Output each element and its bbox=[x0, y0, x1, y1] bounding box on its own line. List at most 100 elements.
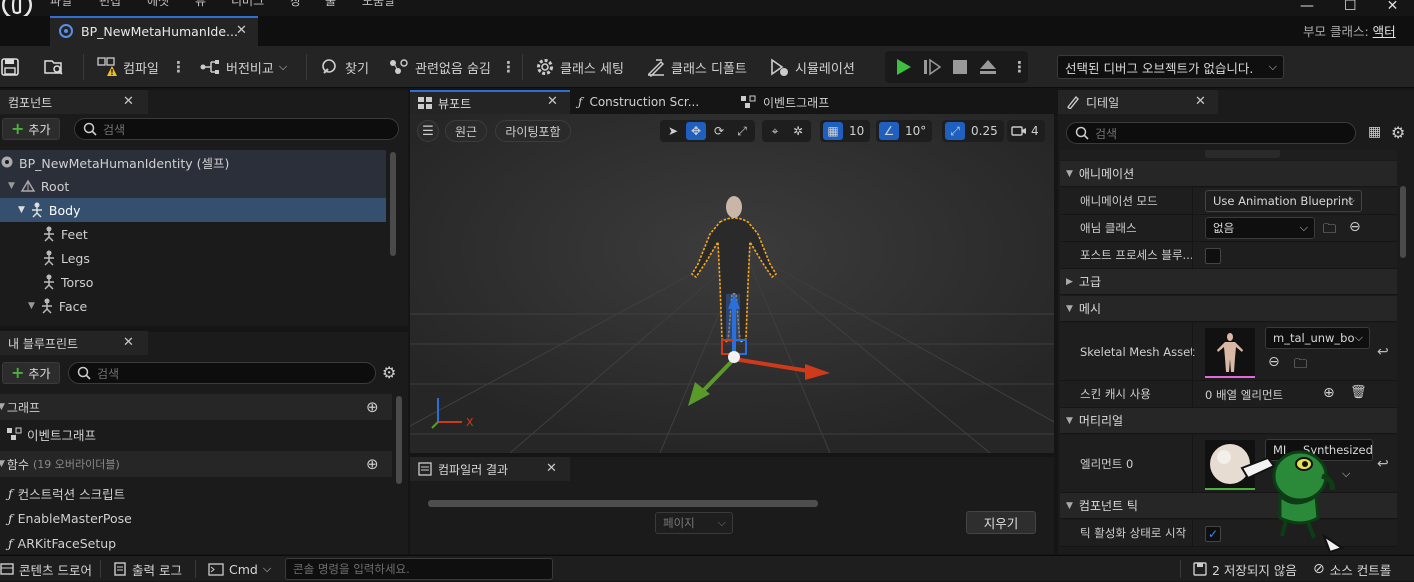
section-functions[interactable]: ▼ 함수 (19 오버라이더블) ⊕ bbox=[0, 451, 392, 477]
tree-item-torso[interactable]: Torso bbox=[42, 270, 93, 294]
add-component-button[interactable]: + 추가 bbox=[2, 118, 60, 140]
collapse-arrow-icon[interactable]: ▼ bbox=[8, 181, 15, 191]
eject-button[interactable] bbox=[978, 46, 998, 88]
collapse-arrow-icon[interactable]: ▼ bbox=[1066, 169, 1073, 179]
minimize-icon[interactable]: — bbox=[1300, 0, 1314, 14]
browse-asset-icon[interactable]: 🗀 bbox=[1294, 355, 1307, 377]
find-options-icon[interactable]: ⋮ bbox=[501, 46, 516, 88]
find-button[interactable]: 찾기 bbox=[320, 46, 369, 88]
tree-item-self[interactable]: BP_NewMetaHumanIdentity (셀프) bbox=[0, 150, 386, 174]
animation-mode-dropdown[interactable]: Use Animation Blueprint ⌵ bbox=[1205, 190, 1362, 212]
components-scrollbar[interactable] bbox=[390, 152, 396, 256]
menu-tools[interactable]: 툴 bbox=[325, 0, 336, 9]
debug-object-dropdown[interactable]: 선택된 디버그 오브젝트가 없습니다. ⌵ bbox=[1057, 55, 1284, 79]
collapse-arrow-icon[interactable]: ▼ bbox=[0, 402, 5, 412]
hide-unrelated-button[interactable]: 관련없음 숨김 bbox=[388, 46, 491, 88]
compile-options-icon[interactable]: ⋮ bbox=[171, 46, 186, 88]
select-cursor-icon[interactable]: ➤ bbox=[663, 124, 683, 138]
translate-icon[interactable]: ✥ bbox=[686, 122, 706, 140]
cmd-dropdown[interactable]: Cmd ⌵ bbox=[208, 556, 271, 582]
skeletal-mesh-thumbnail[interactable] bbox=[1205, 328, 1255, 378]
start-tick-checkbox[interactable]: ✓ bbox=[1205, 526, 1221, 542]
tree-item-face[interactable]: ▼ Face bbox=[28, 294, 87, 318]
close-tab-icon[interactable]: ✕ bbox=[236, 23, 247, 38]
class-defaults-button[interactable]: 클래스 디폴트 bbox=[646, 46, 747, 88]
document-tab[interactable]: BP_NewMetaHumanIde... ✕ bbox=[50, 16, 258, 46]
close-viewport-icon[interactable]: ✕ bbox=[547, 94, 558, 109]
add-function-icon[interactable]: ⊕ bbox=[366, 455, 379, 473]
reset-arrow-icon[interactable]: ⊖ bbox=[1349, 219, 1361, 235]
section-animation[interactable]: ▼ 애니메이션 bbox=[1060, 161, 1397, 187]
tab-details[interactable]: 디테일 bbox=[1058, 90, 1218, 114]
close-window-icon[interactable]: ✕ bbox=[1387, 0, 1399, 14]
output-log-button[interactable]: 출력 로그 bbox=[113, 556, 182, 582]
simulation-button[interactable]: 시뮬레이션 bbox=[768, 46, 855, 88]
camera-speed-control[interactable]: 4 bbox=[1007, 120, 1045, 142]
reset-to-default-icon[interactable]: ↩ bbox=[1377, 344, 1389, 360]
content-drawer-button[interactable]: 콘텐츠 드로어 bbox=[0, 556, 92, 582]
parent-class-link[interactable]: 액터 bbox=[1373, 24, 1396, 39]
settings-gear-icon[interactable]: ⚙ bbox=[1391, 123, 1405, 142]
list-item-event-graph[interactable]: 이벤트그래프 bbox=[6, 422, 96, 446]
trash-icon[interactable]: 🗑 bbox=[1350, 385, 1367, 400]
menu-asset[interactable]: 에셋 bbox=[147, 0, 169, 9]
unsaved-button[interactable]: 2 저장되지 않음 bbox=[1193, 556, 1297, 582]
maximize-icon[interactable]: ☐ bbox=[1344, 0, 1357, 14]
tree-item-root[interactable]: ▼ Root bbox=[8, 174, 69, 198]
menu-edit[interactable]: 편집 bbox=[99, 0, 121, 9]
my-blueprint-search-input[interactable]: 검색 bbox=[68, 362, 376, 384]
skeletal-mesh-dropdown[interactable]: m_tal_unw_bo ⌵ bbox=[1265, 327, 1370, 349]
table-view-icon[interactable]: ▦ bbox=[1368, 124, 1381, 140]
compiler-scrollbar[interactable] bbox=[428, 500, 818, 507]
tree-item-feet[interactable]: Feet bbox=[42, 222, 88, 246]
viewport-menu-button[interactable]: ☰ bbox=[417, 120, 439, 142]
settings-gear-icon[interactable]: ⚙ bbox=[382, 363, 396, 382]
tab-event-graph[interactable]: 이벤트그래프 bbox=[740, 90, 829, 114]
close-details-icon[interactable]: ✕ bbox=[1195, 94, 1206, 109]
advance-frame-button[interactable] bbox=[922, 46, 942, 88]
post-process-checkbox[interactable] bbox=[1205, 248, 1221, 264]
section-materials[interactable]: ▼ 머티리얼 bbox=[1060, 408, 1397, 434]
add-element-icon[interactable]: ⊕ bbox=[1323, 385, 1335, 401]
perspective-button[interactable]: 원근 bbox=[445, 120, 487, 142]
list-item-construction-script[interactable]: ƒ 컨스트럭션 스크립트 bbox=[8, 481, 125, 505]
menu-view[interactable]: 뷰 bbox=[195, 0, 206, 9]
surface-snap-icon[interactable]: ✲ bbox=[788, 124, 808, 138]
menu-debug[interactable]: 디버그 bbox=[231, 0, 264, 9]
console-input[interactable]: 콘솔 명령을 입력하세요. bbox=[285, 558, 553, 580]
page-dropdown[interactable]: 페이지 ⌵ bbox=[655, 512, 733, 534]
grid-snap-control[interactable]: ▦ 10 bbox=[820, 120, 871, 142]
tree-item-body[interactable]: ▼ Body bbox=[18, 198, 80, 222]
source-control-button[interactable]: ⊘ 소스 컨트롤 bbox=[1313, 556, 1391, 582]
save-button[interactable] bbox=[0, 46, 20, 88]
collapse-arrow-icon[interactable]: ▼ bbox=[1066, 416, 1073, 426]
rotation-snap-control[interactable]: ∠ 10° bbox=[876, 120, 933, 142]
diff-button[interactable]: 버전비교 ⌵ bbox=[199, 46, 287, 88]
viewport-canvas[interactable]: X bbox=[410, 114, 1054, 453]
rotate-icon[interactable]: ⟳ bbox=[709, 124, 729, 138]
clear-button[interactable]: 지우기 bbox=[966, 511, 1036, 534]
my-blueprint-scrollbar[interactable] bbox=[396, 396, 402, 484]
collapse-arrow-icon[interactable]: ▼ bbox=[18, 205, 25, 215]
play-options-icon[interactable]: ⋮ bbox=[1012, 46, 1027, 88]
browse-asset-icon[interactable]: 🗀 bbox=[1323, 220, 1336, 242]
expand-arrow-icon[interactable]: ▶ bbox=[1066, 277, 1073, 287]
details-scrollbar[interactable] bbox=[1400, 186, 1406, 258]
add-blueprint-item-button[interactable]: + 추가 bbox=[2, 362, 60, 384]
close-compiler-icon[interactable]: ✕ bbox=[546, 461, 557, 476]
section-mesh[interactable]: ▼ 메시 bbox=[1060, 296, 1397, 322]
components-search-input[interactable]: 검색 bbox=[74, 118, 399, 140]
anim-class-dropdown[interactable]: 없음 ⌵ bbox=[1205, 217, 1315, 239]
browse-button[interactable] bbox=[43, 46, 65, 88]
reset-to-default-icon[interactable]: ↩ bbox=[1377, 456, 1389, 472]
list-item-arkit-face-setup[interactable]: ƒ ARKitFaceSetup bbox=[8, 531, 116, 555]
tab-viewport[interactable]: 뷰포트 bbox=[410, 90, 570, 114]
world-coordinates-icon[interactable]: ⌖ bbox=[765, 124, 785, 139]
lighting-button[interactable]: 라이팅포함 bbox=[495, 120, 571, 142]
stop-button[interactable] bbox=[951, 46, 969, 88]
tab-construction-script[interactable]: ƒ Construction Scr... bbox=[578, 90, 699, 114]
section-advanced[interactable]: ▶ 고급 bbox=[1060, 269, 1397, 295]
scale-icon[interactable]: ⤢ bbox=[732, 124, 752, 139]
section-graphs[interactable]: ▼ 그래프 ⊕ bbox=[0, 394, 392, 420]
collapse-arrow-icon[interactable]: ▼ bbox=[1066, 501, 1073, 511]
